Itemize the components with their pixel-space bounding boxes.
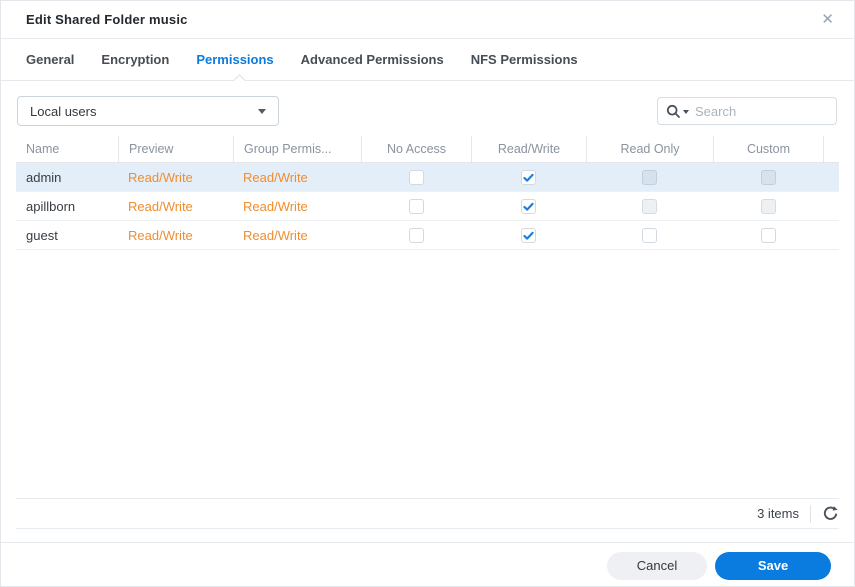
read-write-checkbox[interactable]: [521, 169, 536, 185]
refresh-icon[interactable]: [822, 505, 839, 522]
search-box[interactable]: [657, 97, 837, 125]
custom-checkbox[interactable]: [760, 227, 776, 243]
row-name: admin: [26, 169, 62, 185]
col-header-spacer: [823, 136, 839, 162]
table-body: admin Read/Write Read/Write apillborn Read/W…: [16, 163, 839, 250]
no-access-checkbox[interactable]: [408, 198, 424, 214]
read-only-cell: [586, 192, 713, 220]
read-write-checkbox[interactable]: [521, 198, 536, 214]
save-button[interactable]: Save: [715, 551, 831, 580]
row-spacer: [823, 192, 839, 220]
table-row[interactable]: guest Read/Write Read/Write: [16, 221, 839, 250]
user-type-select[interactable]: Local users: [17, 96, 279, 126]
custom-checkbox: [760, 169, 776, 185]
read-only-checkbox: [642, 198, 657, 214]
dialog-title: Edit Shared Folder music: [26, 12, 188, 27]
table-row[interactable]: apillborn Read/Write Read/Write: [16, 192, 839, 221]
tab-general[interactable]: General: [26, 52, 74, 67]
close-icon[interactable]: ✕: [819, 10, 836, 29]
magnifier-icon: [666, 104, 681, 119]
table-row[interactable]: admin Read/Write Read/Write: [16, 163, 839, 192]
caret-down-icon: [258, 108, 266, 114]
read-only-cell: [586, 221, 713, 249]
row-name: apillborn: [26, 198, 76, 214]
row-spacer: [823, 163, 839, 191]
row-spacer: [823, 221, 839, 249]
no-access-checkbox[interactable]: [408, 227, 424, 243]
group-permissions-link[interactable]: Read/Write: [233, 163, 361, 191]
read-write-cell: [471, 221, 586, 249]
col-header-preview[interactable]: Preview: [118, 136, 233, 162]
toolbar: Local users: [17, 95, 837, 127]
preview-link[interactable]: Read/Write: [118, 163, 233, 191]
tab-permissions[interactable]: Permissions: [196, 52, 273, 67]
no-access-cell: [361, 221, 471, 249]
read-only-checkbox: [642, 169, 657, 185]
checkmark-icon: [523, 231, 534, 240]
read-write-cell: [471, 163, 586, 191]
tab-encryption[interactable]: Encryption: [101, 52, 169, 67]
preview-link[interactable]: Read/Write: [118, 221, 233, 249]
checkmark-icon: [523, 173, 534, 182]
col-header-custom[interactable]: Custom: [713, 136, 823, 162]
read-write-cell: [471, 192, 586, 220]
no-access-cell: [361, 192, 471, 220]
custom-cell: [713, 192, 823, 220]
group-permissions-link[interactable]: Read/Write: [233, 192, 361, 220]
checkmark-icon: [523, 202, 534, 211]
group-permissions-link[interactable]: Read/Write: [233, 221, 361, 249]
search-input[interactable]: [695, 103, 828, 119]
tab-nfs-permissions[interactable]: NFS Permissions: [471, 52, 578, 67]
col-header-name[interactable]: Name: [16, 136, 118, 162]
status-divider: [810, 504, 811, 523]
preview-link[interactable]: Read/Write: [118, 192, 233, 220]
col-header-read-write[interactable]: Read/Write: [471, 136, 586, 162]
read-only-checkbox[interactable]: [642, 227, 657, 243]
custom-cell: [713, 221, 823, 249]
status-bar: 3 items: [16, 498, 839, 529]
items-count: 3 items: [757, 506, 799, 521]
table-header: Name Preview Group Permis... No Access R…: [16, 136, 839, 163]
dialog-titlebar: Edit Shared Folder music ✕: [1, 1, 854, 39]
col-header-no-access[interactable]: No Access: [361, 136, 471, 162]
custom-cell: [713, 163, 823, 191]
user-type-select-value: Local users: [30, 103, 97, 119]
search-filter-caret-icon[interactable]: [683, 110, 689, 114]
read-write-checkbox[interactable]: [521, 227, 536, 243]
read-only-cell: [586, 163, 713, 191]
col-header-read-only[interactable]: Read Only: [586, 136, 713, 162]
tab-bar: General Encryption Permissions Advanced …: [1, 39, 854, 87]
permissions-table: Name Preview Group Permis... No Access R…: [16, 136, 839, 250]
row-name: guest: [26, 227, 58, 243]
no-access-cell: [361, 163, 471, 191]
dialog-footer: Cancel Save: [1, 542, 854, 586]
col-header-group-permissions[interactable]: Group Permis...: [233, 136, 361, 162]
edit-shared-folder-dialog: Edit Shared Folder music ✕ General Encry…: [0, 0, 855, 587]
cancel-button[interactable]: Cancel: [607, 551, 707, 580]
custom-checkbox: [760, 198, 776, 214]
no-access-checkbox[interactable]: [408, 169, 424, 185]
active-tab-notch: [233, 74, 246, 87]
tab-advanced-permissions[interactable]: Advanced Permissions: [301, 52, 444, 67]
